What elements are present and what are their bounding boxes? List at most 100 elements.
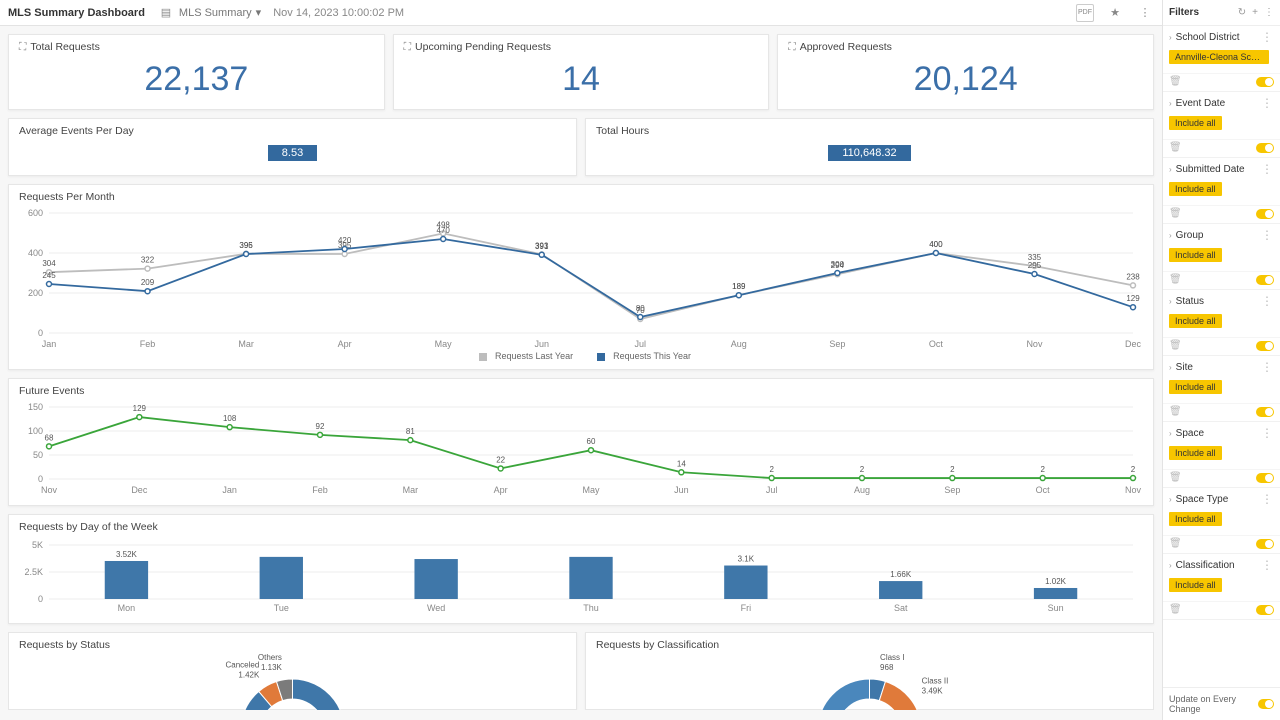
bookmark-icon[interactable]: ★ [1106, 4, 1124, 22]
svg-text:129: 129 [133, 404, 147, 413]
filter-header[interactable]: › Group ⋮ [1163, 224, 1280, 246]
svg-text:Thu: Thu [583, 603, 599, 613]
svg-text:2: 2 [950, 465, 955, 474]
filter-chip[interactable]: Include all [1169, 116, 1222, 130]
filter-header[interactable]: › Submitted Date ⋮ [1163, 158, 1280, 180]
filter-chip[interactable]: Include all [1169, 578, 1222, 592]
trash-icon[interactable]: 🗑 [1169, 406, 1182, 417]
filter-name: Event Date [1176, 98, 1225, 109]
filter-toggle[interactable] [1256, 341, 1274, 351]
filter-toggle[interactable] [1256, 407, 1274, 417]
svg-text:May: May [582, 485, 600, 495]
svg-text:Dec: Dec [131, 485, 148, 495]
kebab-icon[interactable]: ⋮ [1261, 96, 1274, 110]
refresh-icon[interactable]: ↻ [1238, 7, 1246, 18]
chart-legend: Requests Last YearRequests This Year [19, 351, 1143, 361]
expand-icon[interactable]: ⛶ [788, 41, 795, 53]
trash-icon[interactable]: 🗑 [1169, 538, 1182, 549]
kebab-icon[interactable]: ⋮ [1261, 492, 1274, 506]
svg-text:295: 295 [1028, 261, 1042, 270]
svg-text:Jan: Jan [42, 339, 57, 349]
trash-icon[interactable]: 🗑 [1169, 340, 1182, 351]
svg-text:Wed: Wed [427, 603, 445, 613]
filter-header[interactable]: › Space ⋮ [1163, 422, 1280, 444]
kebab-icon[interactable]: ⋮ [1261, 228, 1274, 242]
svg-text:3.1K: 3.1K [738, 555, 755, 564]
kpi-total-requests: ⛶Total Requests 22,137 [8, 34, 385, 110]
filter-header[interactable]: › Status ⋮ [1163, 290, 1280, 312]
filter-toggle[interactable] [1256, 605, 1274, 615]
kebab-icon[interactable]: ⋮ [1136, 4, 1154, 22]
filter-name: Classification [1176, 560, 1235, 571]
svg-text:22: 22 [496, 455, 505, 464]
trash-icon[interactable]: 🗑 [1169, 472, 1182, 483]
avg-events-per-day-card: Average Events Per Day 8.53 [8, 118, 577, 176]
kebab-icon[interactable]: ⋮ [1261, 558, 1274, 572]
trash-icon[interactable]: 🗑 [1169, 76, 1182, 87]
filter-chip[interactable]: Include all [1169, 512, 1222, 526]
filter-toggle[interactable] [1256, 209, 1274, 219]
filter-chip[interactable]: Include all [1169, 380, 1222, 394]
svg-text:2: 2 [1040, 465, 1045, 474]
kebab-icon[interactable]: ⋮ [1261, 162, 1274, 176]
pdf-icon[interactable]: PDF [1076, 4, 1094, 22]
svg-text:400: 400 [929, 240, 943, 249]
kebab-icon[interactable]: ⋮ [1261, 294, 1274, 308]
expand-icon[interactable]: ⛶ [404, 41, 411, 53]
svg-text:2: 2 [1131, 465, 1136, 474]
svg-text:Oct: Oct [929, 339, 944, 349]
trash-icon[interactable]: 🗑 [1169, 604, 1182, 615]
expand-icon[interactable]: ⛶ [19, 41, 26, 53]
svg-text:68: 68 [45, 433, 54, 442]
svg-text:189: 189 [732, 282, 746, 291]
filter-toggle[interactable] [1256, 275, 1274, 285]
filter-chip[interactable]: Annville-Cleona School Di... [1169, 50, 1269, 64]
chevron-right-icon: › [1169, 33, 1172, 42]
update-on-change-toggle[interactable] [1258, 699, 1274, 709]
trash-icon[interactable]: 🗑 [1169, 142, 1182, 153]
chevron-right-icon: › [1169, 231, 1172, 240]
filter-header[interactable]: › Classification ⋮ [1163, 554, 1280, 576]
svg-text:Jul: Jul [766, 485, 778, 495]
svg-text:100: 100 [28, 426, 43, 436]
chevron-right-icon: › [1169, 165, 1172, 174]
kebab-icon[interactable]: ⋮ [1261, 30, 1274, 44]
trash-icon[interactable]: 🗑 [1169, 208, 1182, 219]
svg-text:0: 0 [38, 594, 43, 604]
filter-header[interactable]: › Space Type ⋮ [1163, 488, 1280, 510]
filter-header[interactable]: › School District ⋮ [1163, 26, 1280, 48]
filter-toggle[interactable] [1256, 539, 1274, 549]
kpi-upcoming-pending: ⛶Upcoming Pending Requests 14 [393, 34, 770, 110]
kebab-icon[interactable]: ⋮ [1261, 360, 1274, 374]
filter-chip[interactable]: Include all [1169, 248, 1222, 262]
svg-text:Fri: Fri [741, 603, 752, 613]
dashboard-dropdown[interactable]: ▤ MLS Summary ▾ [157, 4, 261, 22]
svg-text:Apr: Apr [494, 485, 508, 495]
svg-text:129: 129 [1126, 294, 1140, 303]
requests-by-status-chart: Requests by Status Approved20120Canceled… [8, 632, 577, 710]
requests-by-dow-chart: Requests by Day of the Week 02.5K5KMon3.… [8, 514, 1154, 624]
svg-text:2: 2 [860, 465, 865, 474]
filter-name: Group [1176, 230, 1204, 241]
filter-header[interactable]: › Event Date ⋮ [1163, 92, 1280, 114]
kebab-icon[interactable]: ⋮ [1264, 7, 1274, 18]
trash-icon[interactable]: 🗑 [1169, 274, 1182, 285]
filter-chip[interactable]: Include all [1169, 182, 1222, 196]
kebab-icon[interactable]: ⋮ [1261, 426, 1274, 440]
svg-text:Mon: Mon [118, 603, 136, 613]
svg-text:391: 391 [535, 242, 549, 251]
filter-chip[interactable]: Include all [1169, 314, 1222, 328]
svg-text:Jul: Jul [635, 339, 647, 349]
add-filter-icon[interactable]: + [1252, 7, 1258, 18]
filter-toggle[interactable] [1256, 473, 1274, 483]
filter-toggle[interactable] [1256, 77, 1274, 87]
filter-chip[interactable]: Include all [1169, 446, 1222, 460]
svg-text:238: 238 [1126, 272, 1140, 281]
pill-value: 110,648.32 [828, 145, 910, 161]
svg-text:5K: 5K [32, 540, 43, 550]
filter-toggle[interactable] [1256, 143, 1274, 153]
svg-text:Others: Others [258, 653, 282, 662]
svg-text:209: 209 [141, 278, 155, 287]
svg-text:395: 395 [239, 241, 253, 250]
filter-header[interactable]: › Site ⋮ [1163, 356, 1280, 378]
